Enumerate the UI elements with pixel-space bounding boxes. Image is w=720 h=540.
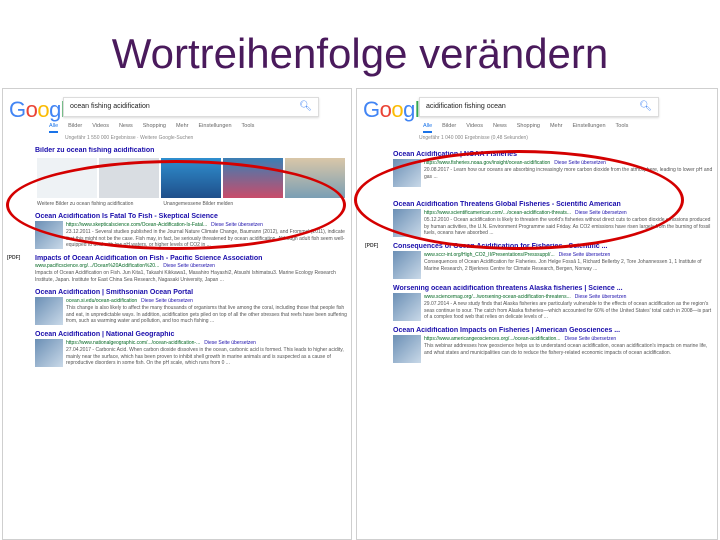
result-thumbnail: [393, 293, 421, 321]
search-tabs: Alle Bilder Videos News Shopping Mehr Einstell…: [423, 123, 638, 133]
result-title[interactable]: Ocean Acidification | Smithsonian Ocean …: [35, 289, 347, 296]
result-title[interactable]: Worsening ocean acidification threatens …: [393, 285, 713, 292]
slide-title: Wortreihenfolge verändern: [111, 30, 609, 77]
pdf-tag: [PDF]: [7, 255, 21, 261]
tab-videos[interactable]: Videos: [92, 123, 109, 131]
results-stats: Ungefähr 1 550 000 Ergebnisse · Weitere …: [65, 135, 194, 141]
right-search-screenshot: Google acidification fishing ocean 🔍︎ Al…: [356, 88, 718, 540]
translate-link[interactable]: Diese Seite übersetzen: [575, 210, 627, 216]
search-query: ocean fishing acidification: [70, 103, 150, 110]
search-input[interactable]: ocean fishing acidification 🔍︎: [63, 97, 319, 117]
result-title[interactable]: Ocean Acidification Threatens Global Fis…: [393, 201, 713, 208]
result-snippet: Impacts of Ocean Acidification on Fish. …: [35, 270, 336, 283]
search-result: [PDF] Impacts of Ocean Acidification on …: [7, 255, 347, 283]
result-snippet: This change is also likely to affect the…: [66, 305, 347, 324]
result-title[interactable]: Ocean Acidification | National Geographi…: [35, 331, 347, 338]
result-thumbnail: [35, 297, 63, 325]
translate-link[interactable]: Diese Seite übersetzen: [575, 294, 627, 300]
result-url: https://www.skepticalscience.com/Ocean-A…: [66, 222, 263, 228]
result-url: https://www.nationalgeographic.com/.../o…: [66, 340, 256, 346]
tab-tools[interactable]: Tools: [616, 123, 629, 131]
result-thumbnail: [393, 251, 421, 279]
image-thumbnails: [37, 158, 345, 198]
search-result: Worsening ocean acidification threatens …: [393, 285, 713, 321]
image-thumbnail[interactable]: [37, 158, 97, 198]
result-thumbnail: [35, 221, 63, 249]
result-snippet: 29.07.2014 - A new study finds that Alas…: [424, 301, 712, 320]
tab-all[interactable]: Alle: [49, 123, 59, 133]
search-header: Google acidification fishing ocean 🔍︎ Al…: [357, 89, 717, 133]
tab-more[interactable]: Mehr: [176, 123, 189, 131]
result-snippet: 27.04.2017 - Carbonic Acid. When carbon …: [66, 347, 344, 366]
tab-all[interactable]: Alle: [423, 123, 433, 133]
search-input[interactable]: acidification fishing ocean 🔍︎: [419, 97, 659, 117]
result-url: https://www.scientificamerican.com/.../o…: [424, 210, 627, 216]
search-result: Ocean Acidification | National Geographi…: [35, 331, 347, 367]
search-icon[interactable]: 🔍︎: [299, 101, 312, 112]
search-result: Ocean Acidification Is Fatal To Fish - S…: [35, 213, 347, 249]
result-thumbnail: [393, 159, 421, 187]
tab-more[interactable]: Mehr: [550, 123, 563, 131]
translate-link[interactable]: Diese Seite übersetzen: [564, 336, 616, 342]
result-url: www.pacificscience.org/.../Ocean%20Acidi…: [35, 263, 215, 269]
tab-images[interactable]: Bilder: [442, 123, 456, 131]
search-tabs: Alle Bilder Videos News Shopping Mehr Einstell…: [49, 123, 264, 133]
images-footer: Weitere Bilder zu ocean fishing acidific…: [37, 201, 351, 207]
search-query: acidification fishing ocean: [426, 103, 506, 110]
result-snippet: This webinar addresses how geoscience he…: [424, 343, 708, 356]
tab-settings[interactable]: Einstellungen: [573, 123, 606, 131]
results-stats: Ungefähr 1 040 000 Ergebnisse (0,48 Seku…: [419, 135, 528, 141]
result-title[interactable]: Ocean Acidification Impacts on Fisheries…: [393, 327, 713, 334]
search-header: Google ocean fishing acidification 🔍︎ Al…: [3, 89, 351, 133]
search-result: [PDF] Consequences of Ocean Acidificatio…: [365, 243, 713, 279]
translate-link[interactable]: Diese Seite übersetzen: [141, 298, 193, 304]
images-heading[interactable]: Bilder zu ocean fishing acidification: [35, 147, 347, 154]
result-snippet: Consequences of Ocean Acidification for …: [424, 259, 702, 272]
result-thumbnail: [393, 335, 421, 363]
report-images-link[interactable]: Unangemessene Bilder melden: [163, 201, 233, 207]
tab-tools[interactable]: Tools: [242, 123, 255, 131]
result-thumbnail: [393, 209, 421, 237]
search-result: Ocean Acidification | Smithsonian Ocean …: [35, 289, 347, 325]
result-url: https://www.fisheries.noaa.gov/insight/o…: [424, 160, 606, 166]
pdf-tag: [PDF]: [365, 243, 379, 249]
search-result: Ocean Acidification Threatens Global Fis…: [393, 201, 713, 237]
translate-link[interactable]: Diese Seite übersetzen: [554, 160, 606, 166]
translate-link[interactable]: Diese Seite übersetzen: [163, 263, 215, 269]
tab-settings[interactable]: Einstellungen: [199, 123, 232, 131]
result-snippet: 20.08.2017 - Learn how our oceans are ab…: [424, 167, 713, 180]
image-thumbnail[interactable]: [161, 158, 221, 198]
result-url: https://www.americangeosciences.org/.../…: [424, 336, 617, 342]
result-title[interactable]: Consequences of Ocean Acidification for …: [393, 243, 713, 250]
result-url: www.sccr-int.org/High_CO2_II/Presentatio…: [424, 252, 611, 258]
tab-shopping[interactable]: Shopping: [143, 123, 166, 131]
left-search-screenshot: Google ocean fishing acidification 🔍︎ Al…: [2, 88, 352, 540]
search-result: Ocean Acidification Impacts on Fisheries…: [393, 327, 713, 363]
tab-news[interactable]: News: [119, 123, 133, 131]
search-icon[interactable]: 🔍︎: [639, 101, 652, 112]
result-title[interactable]: Impacts of Ocean Acidification on Fish -…: [35, 255, 347, 262]
image-thumbnail[interactable]: [223, 158, 283, 198]
tab-images[interactable]: Bilder: [68, 123, 82, 131]
image-pack: Bilder zu ocean fishing acidification: [35, 147, 347, 154]
result-title[interactable]: Ocean Acidification Is Fatal To Fish - S…: [35, 213, 347, 220]
result-thumbnail: [35, 339, 63, 367]
image-thumbnail[interactable]: [285, 158, 345, 198]
result-snippet: 05.12.2010 - Ocean acidification is like…: [424, 217, 711, 236]
result-url: ocean.si.edu/ocean-acidification Diese Se…: [66, 298, 193, 304]
tab-videos[interactable]: Videos: [466, 123, 483, 131]
translate-link[interactable]: Diese Seite übersetzen: [204, 340, 256, 346]
more-images-link[interactable]: Weitere Bilder zu ocean fishing acidific…: [37, 201, 133, 207]
translate-link[interactable]: Diese Seite übersetzen: [211, 222, 263, 228]
result-title[interactable]: Ocean Acidification | NOAA Fisheries: [393, 151, 713, 158]
tooltip: Weitere Google-Suchen: [140, 135, 194, 141]
search-result: Ocean Acidification | NOAA Fisheries htt…: [393, 151, 713, 187]
image-thumbnail[interactable]: [99, 158, 159, 198]
result-snippet: 23.12.2011 - Several studies published i…: [66, 229, 345, 248]
result-url: www.sciencemag.org/.../worsening-ocean-a…: [424, 294, 627, 300]
tab-news[interactable]: News: [493, 123, 507, 131]
tab-shopping[interactable]: Shopping: [517, 123, 540, 131]
translate-link[interactable]: Diese Seite übersetzen: [559, 252, 611, 258]
